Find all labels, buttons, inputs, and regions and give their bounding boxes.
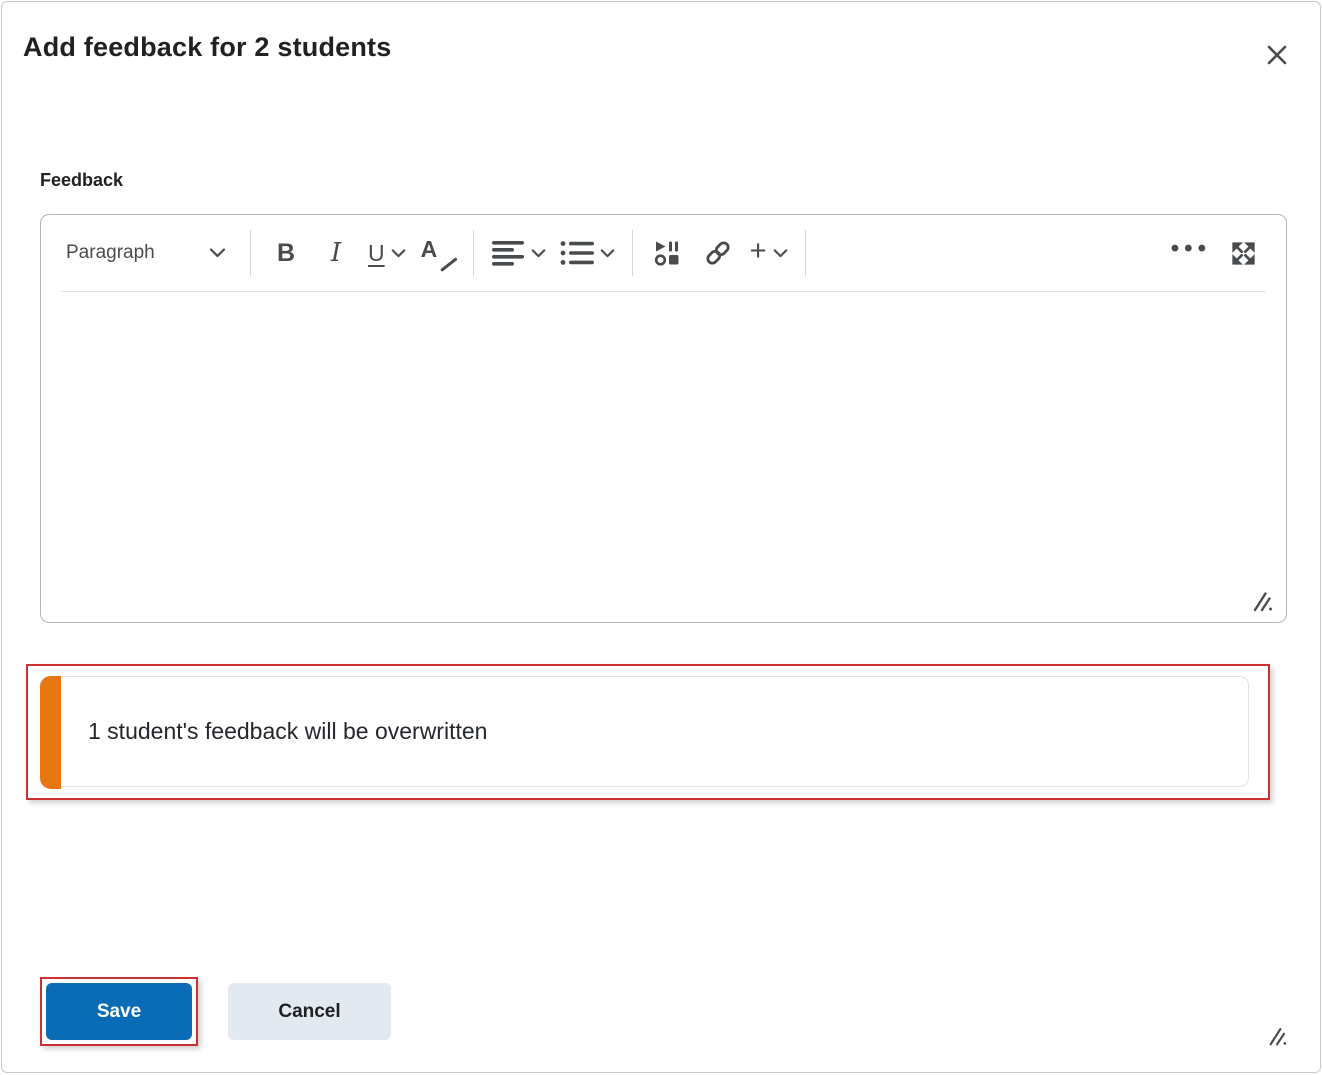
insert-stuff-icon	[654, 240, 681, 267]
dialog-resize-handle[interactable]	[1267, 1024, 1293, 1050]
feedback-label: Feedback	[40, 170, 123, 191]
italic-icon: I	[331, 238, 341, 268]
underline-dropdown[interactable]: U	[364, 227, 410, 279]
chevron-down-icon	[531, 248, 546, 259]
editor-resize-handle[interactable]	[1251, 589, 1277, 615]
insert-stuff-button[interactable]	[646, 227, 690, 279]
alignment-dropdown[interactable]	[487, 227, 550, 279]
close-icon	[1264, 42, 1290, 68]
fullscreen-button[interactable]	[1221, 227, 1265, 279]
toolbar-divider	[250, 230, 251, 276]
alert-message: 1 student's feedback will be overwritten	[88, 677, 487, 786]
chevron-down-icon	[773, 248, 788, 259]
plus-icon: +	[750, 237, 767, 269]
add-feedback-dialog: Add feedback for 2 students Feedback Par…	[1, 1, 1321, 1073]
toolbar-divider	[805, 230, 806, 276]
resize-grip-icon	[1267, 1026, 1293, 1048]
font-color-button[interactable]: A	[416, 227, 460, 279]
overwrite-warning-alert: 1 student's feedback will be overwritten	[40, 676, 1249, 787]
toolbar-divider	[473, 230, 474, 276]
paragraph-format-label: Paragraph	[66, 242, 155, 264]
chevron-down-icon	[209, 247, 226, 259]
link-icon	[703, 238, 733, 268]
bold-icon: B	[277, 239, 295, 268]
font-color-icon: A	[421, 236, 455, 270]
underline-icon: U	[368, 240, 385, 267]
feedback-text-area[interactable]	[41, 292, 1286, 622]
dialog-title: Add feedback for 2 students	[23, 32, 391, 63]
cancel-button[interactable]: Cancel	[228, 983, 391, 1040]
editor-toolbar: Paragraph B I U A	[41, 215, 1286, 291]
paragraph-format-dropdown[interactable]: Paragraph	[62, 227, 232, 279]
bullet-list-icon	[560, 240, 594, 266]
insert-more-dropdown[interactable]: +	[746, 227, 792, 279]
insert-link-button[interactable]	[696, 227, 740, 279]
rich-text-editor: Paragraph B I U A	[40, 214, 1287, 623]
more-actions-button[interactable]: •••	[1167, 227, 1215, 279]
list-dropdown[interactable]	[556, 227, 619, 279]
align-left-icon	[491, 240, 525, 266]
chevron-down-icon	[600, 248, 615, 259]
fullscreen-icon	[1230, 240, 1257, 267]
resize-grip-icon	[1251, 590, 1277, 614]
save-button[interactable]: Save	[46, 983, 192, 1040]
ellipsis-icon: •••	[1171, 235, 1211, 263]
bold-button[interactable]: B	[264, 227, 308, 279]
alert-accent-bar	[40, 676, 61, 789]
close-button[interactable]	[1260, 38, 1294, 72]
toolbar-divider	[632, 230, 633, 276]
italic-button[interactable]: I	[314, 227, 358, 279]
chevron-down-icon	[391, 248, 406, 259]
